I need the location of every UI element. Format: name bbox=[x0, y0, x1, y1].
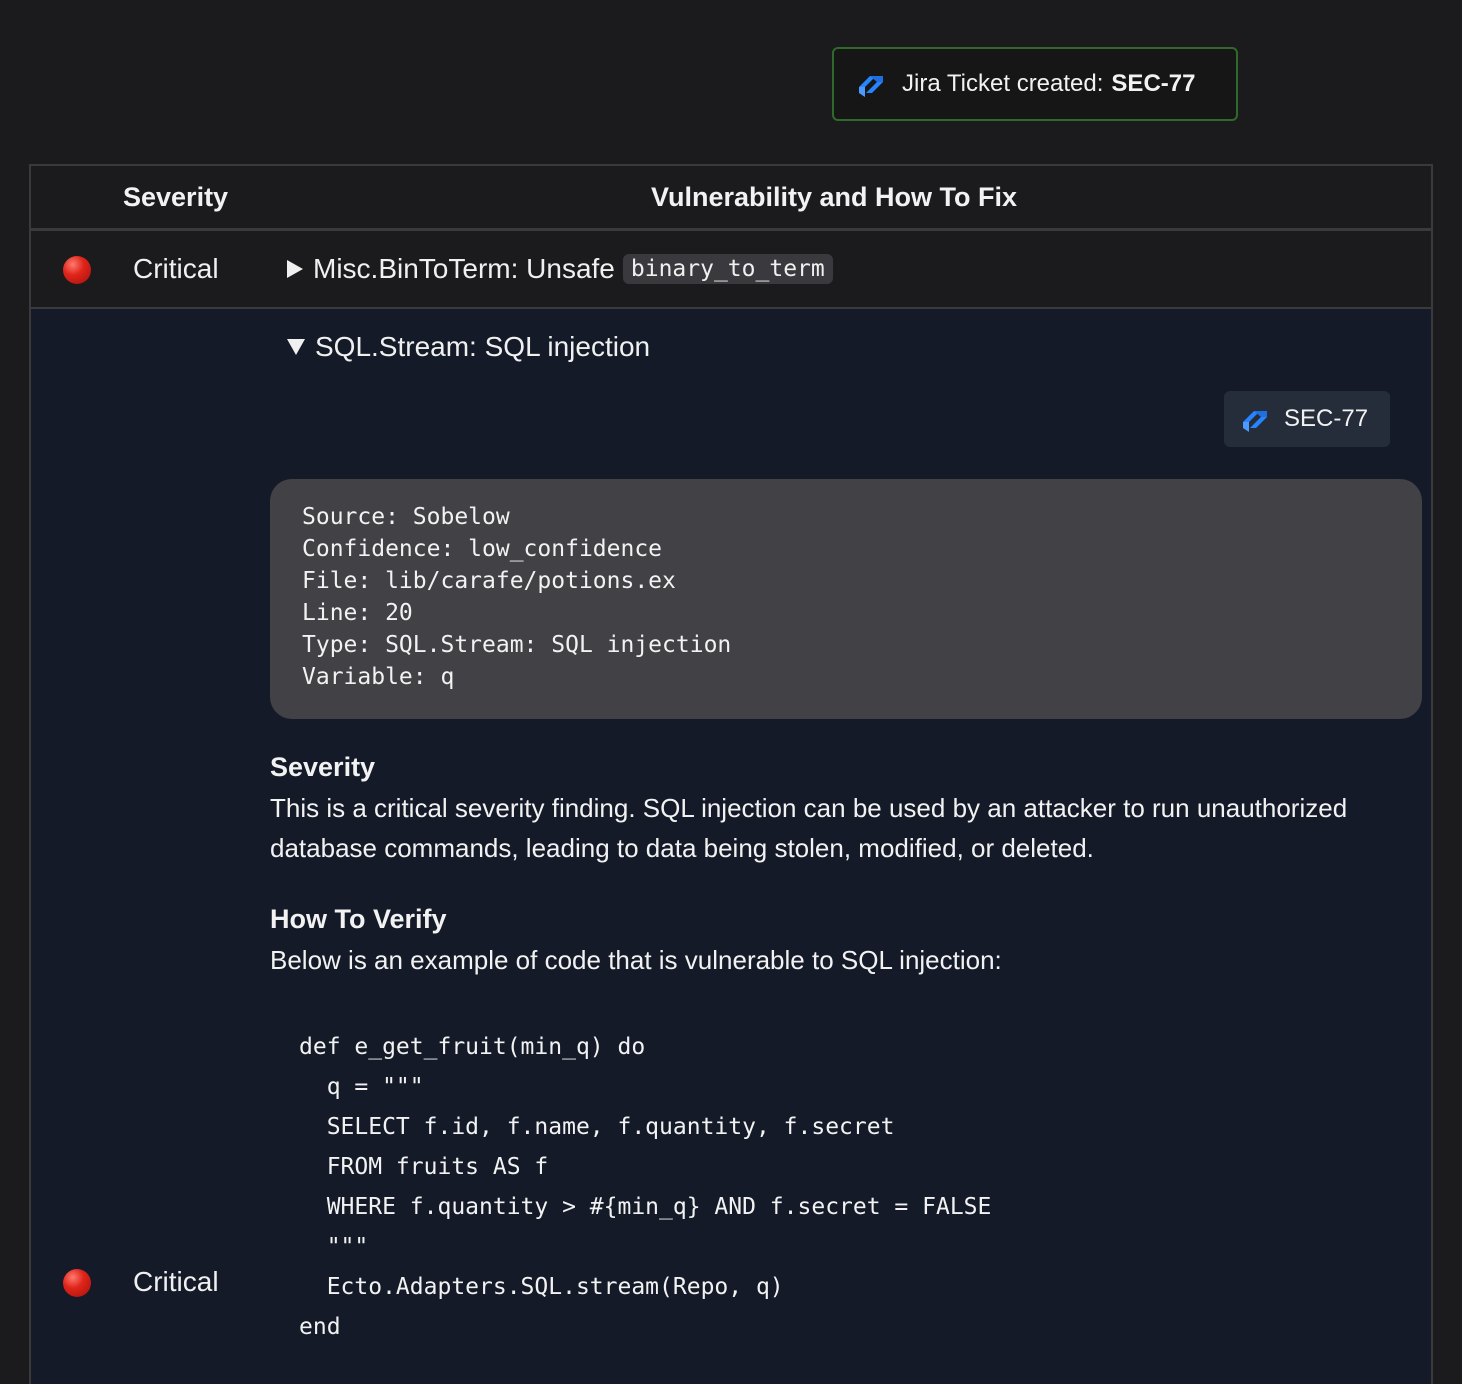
vulnerability-table: Severity Vulnerability and How To Fix Cr… bbox=[29, 164, 1433, 1384]
detail-type: Type: SQL.Stream: SQL injection bbox=[302, 632, 732, 658]
detail-variable: Variable: q bbox=[302, 664, 455, 690]
code-line: FROM fruits AS f bbox=[299, 1154, 549, 1180]
severity-column-header: Severity bbox=[123, 182, 229, 212]
code-line: q = """ bbox=[299, 1074, 424, 1100]
detail-line: Line: 20 bbox=[302, 600, 413, 626]
toast-ticket-id[interactable]: SEC-77 bbox=[1111, 70, 1195, 98]
severity-section-title: Severity bbox=[270, 752, 376, 782]
jira-ticket-id: SEC-77 bbox=[1284, 405, 1369, 432]
severity-label: Critical bbox=[133, 1266, 219, 1297]
verify-section-title: How To Verify bbox=[270, 904, 447, 934]
code-line: end bbox=[299, 1314, 341, 1340]
finding-details-box: Source: Sobelow Confidence: low_confiden… bbox=[270, 479, 1422, 719]
finding-summary-toggle[interactable]: SQL.Stream: SQL injection bbox=[287, 331, 650, 363]
detail-source: Source: Sobelow bbox=[302, 504, 510, 530]
inline-code: binary_to_term bbox=[622, 254, 833, 284]
jira-ticket-link[interactable]: SEC-77 bbox=[1224, 391, 1390, 447]
red-circle-icon bbox=[63, 1269, 91, 1297]
finding-title: SQL.Stream: SQL injection bbox=[315, 331, 651, 362]
code-line: WHERE f.quantity > #{min_q} AND f.secret… bbox=[299, 1194, 992, 1220]
finding-title: Misc.BinToTerm: Unsafe bbox=[313, 253, 615, 284]
verify-section-body: Below is an example of code that is vuln… bbox=[270, 945, 1002, 975]
jira-icon bbox=[1240, 404, 1270, 434]
triangle-right-icon bbox=[287, 260, 303, 278]
table-row-expanded: SQL.Stream: SQL injection SEC-77 Source:… bbox=[31, 309, 1431, 1384]
table-header: Severity Vulnerability and How To Fix bbox=[31, 166, 1431, 231]
code-line: Ecto.Adapters.SQL.stream(Repo, q) bbox=[299, 1274, 784, 1300]
code-example: def e_get_fruit(min_q) do q = """ SELECT… bbox=[299, 1027, 991, 1347]
code-line: """ bbox=[299, 1234, 369, 1260]
severity-label: Critical bbox=[133, 253, 219, 284]
jira-ticket-toast[interactable]: Jira Ticket created: SEC-77 bbox=[832, 47, 1238, 121]
severity-section-body: This is a critical severity finding. SQL… bbox=[270, 793, 1348, 863]
finding-summary-toggle[interactable]: Misc.BinToTerm: Unsafe binary_to_term bbox=[287, 253, 833, 285]
jira-icon bbox=[856, 69, 886, 99]
red-circle-icon bbox=[63, 256, 91, 284]
triangle-down-icon bbox=[287, 339, 305, 355]
table-row: Critical Misc.BinToTerm: Unsafe binary_t… bbox=[31, 231, 1431, 309]
detail-file: File: lib/carafe/potions.ex bbox=[302, 568, 676, 594]
code-line: SELECT f.id, f.name, f.quantity, f.secre… bbox=[299, 1114, 895, 1140]
toast-prefix: Jira Ticket created: bbox=[902, 70, 1104, 97]
code-line: def e_get_fruit(min_q) do bbox=[299, 1034, 646, 1060]
vulnerability-column-header: Vulnerability and How To Fix bbox=[651, 182, 1018, 212]
detail-confidence: Confidence: low_confidence bbox=[302, 536, 663, 562]
